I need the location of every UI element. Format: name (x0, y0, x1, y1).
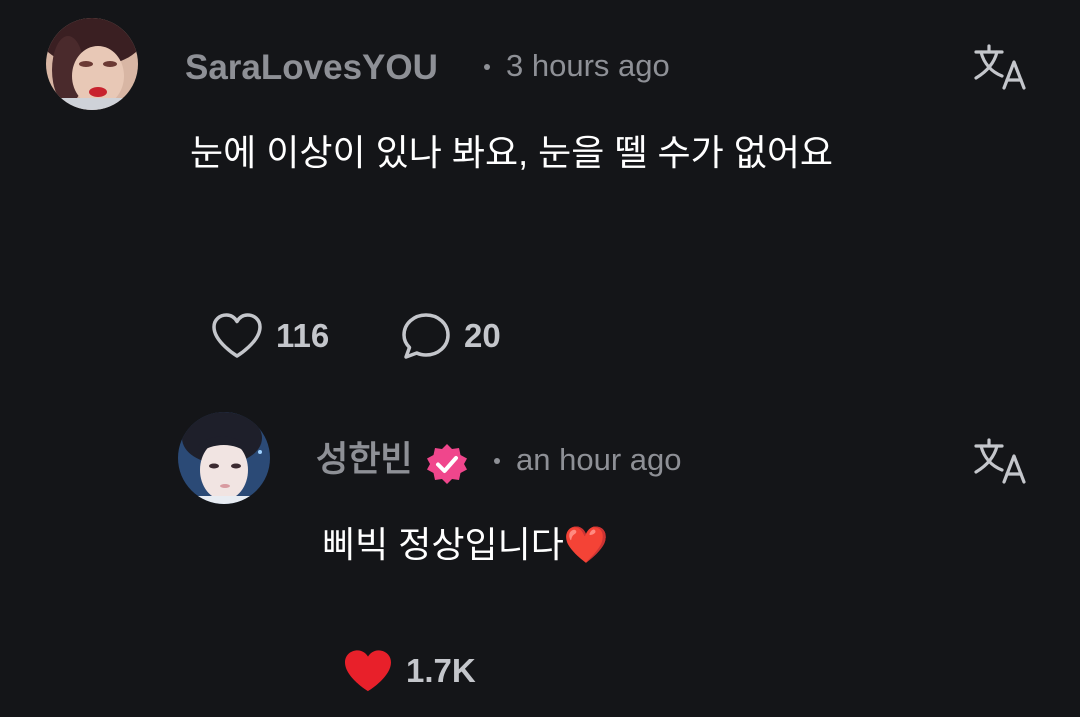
like-button[interactable]: 116 (210, 312, 329, 360)
heart-icon (212, 313, 262, 358)
username[interactable]: SaraLovesYOU (185, 48, 438, 88)
separator-dot (484, 64, 490, 70)
translate-icon[interactable] (972, 42, 1028, 92)
comment-text: 눈에 이상이 있나 봐요, 눈을 뗄 수가 없어요 (190, 132, 834, 173)
timestamp: 3 hours ago (506, 48, 670, 83)
avatar[interactable] (46, 18, 138, 110)
timestamp: an hour ago (516, 442, 682, 477)
comment-bubble-icon (402, 313, 450, 359)
like-button[interactable]: 1.7K (342, 648, 476, 694)
separator-dot (494, 458, 500, 464)
reply-button[interactable]: 20 (400, 310, 501, 362)
verified-badge-icon (425, 442, 469, 486)
comment-text: 삐빅 정상입니다❤️ (322, 524, 609, 565)
avatar[interactable] (178, 412, 270, 504)
username[interactable]: 성한빈 (316, 440, 413, 480)
comment-thread: SaraLovesYOU 3 hours ago 눈에 이상이 있나 봐요, 눈… (0, 0, 1080, 717)
like-count: 1.7K (406, 652, 476, 689)
reply-count: 20 (464, 317, 501, 354)
translate-icon[interactable] (972, 436, 1028, 486)
like-count: 116 (276, 317, 330, 354)
heart-icon (345, 650, 391, 692)
